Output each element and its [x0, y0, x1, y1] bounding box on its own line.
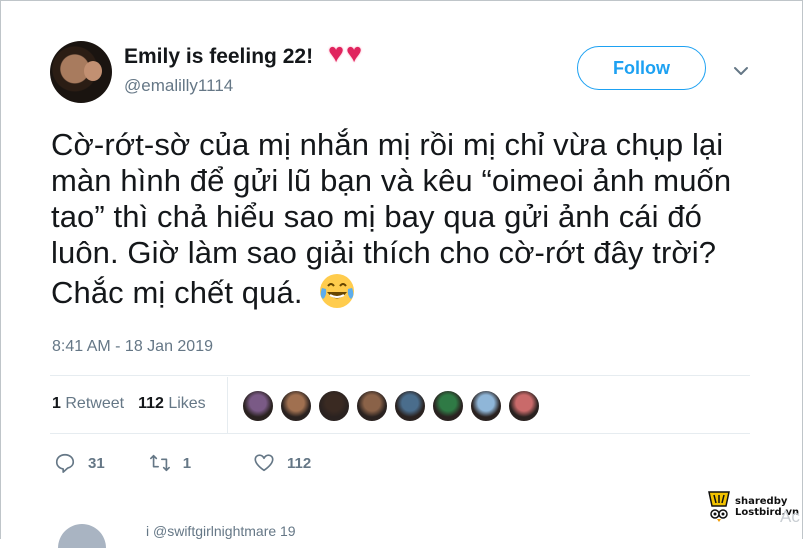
divider: [227, 377, 228, 433]
tweet-stats: 1 Retweet 112 Likes: [52, 395, 206, 413]
lostbird-logo-icon: [708, 491, 730, 522]
next-tweet-header: i @swiftgirlnightmare 19: [146, 523, 296, 539]
like-count: 112: [287, 454, 312, 472]
watermark-line1: sharedby: [735, 496, 788, 507]
liker-avatar[interactable]: [280, 390, 312, 422]
retweet-stat-label: Retweet: [65, 395, 125, 412]
likes-stat-label: Likes: [168, 395, 206, 412]
liker-avatar[interactable]: [432, 390, 464, 422]
sparkling-heart-icon: ♥: [346, 38, 363, 68]
tweet-timestamp[interactable]: 8:41 AM - 18 Jan 2019: [52, 338, 213, 356]
chevron-down-icon[interactable]: [733, 63, 749, 79]
retweet-icon: [149, 454, 170, 472]
sparkling-heart-emojis: ♥ ♥: [328, 40, 362, 67]
divider: [50, 433, 750, 434]
tears-of-joy-icon: [319, 274, 354, 308]
likes-stat[interactable]: 112 Likes: [138, 395, 206, 413]
heart-icon: [254, 454, 274, 472]
likes-stat-count: 112: [138, 395, 164, 412]
retweet-stat[interactable]: 1 Retweet: [52, 395, 124, 413]
liker-avatar[interactable]: [356, 390, 388, 422]
like-button[interactable]: 112: [253, 452, 311, 474]
liker-avatar[interactable]: [470, 390, 502, 422]
tweet-text: Cờ-rớt-sờ của mị nhắn mị rồi mị chỉ vừa …: [51, 127, 771, 311]
user-handle[interactable]: @emalilly1114: [124, 76, 233, 96]
liker-avatar[interactable]: [508, 390, 540, 422]
tweet-actions: 31 1 112: [54, 452, 311, 474]
retweet-count: 1: [182, 454, 192, 472]
retweet-button[interactable]: 1: [149, 452, 191, 474]
follow-button[interactable]: Follow: [577, 46, 706, 90]
display-name[interactable]: Emily is feeling 22!: [124, 45, 313, 69]
likers-avatars: [242, 390, 540, 422]
activation-text: Ac: [780, 507, 800, 526]
sparkling-heart-icon: ♥: [328, 38, 345, 68]
tweet-body: Cờ-rớt-sờ của mị nhắn mị rồi mị chỉ vừa …: [51, 127, 732, 310]
divider: [50, 375, 750, 376]
liker-avatar[interactable]: [394, 390, 426, 422]
liker-avatar[interactable]: [318, 390, 350, 422]
liker-avatar[interactable]: [242, 390, 274, 422]
reply-count: 31: [88, 454, 105, 472]
reply-icon: [55, 453, 75, 473]
avatar[interactable]: [50, 41, 112, 103]
retweet-stat-count: 1: [52, 395, 61, 412]
reply-button[interactable]: 31: [54, 452, 105, 474]
